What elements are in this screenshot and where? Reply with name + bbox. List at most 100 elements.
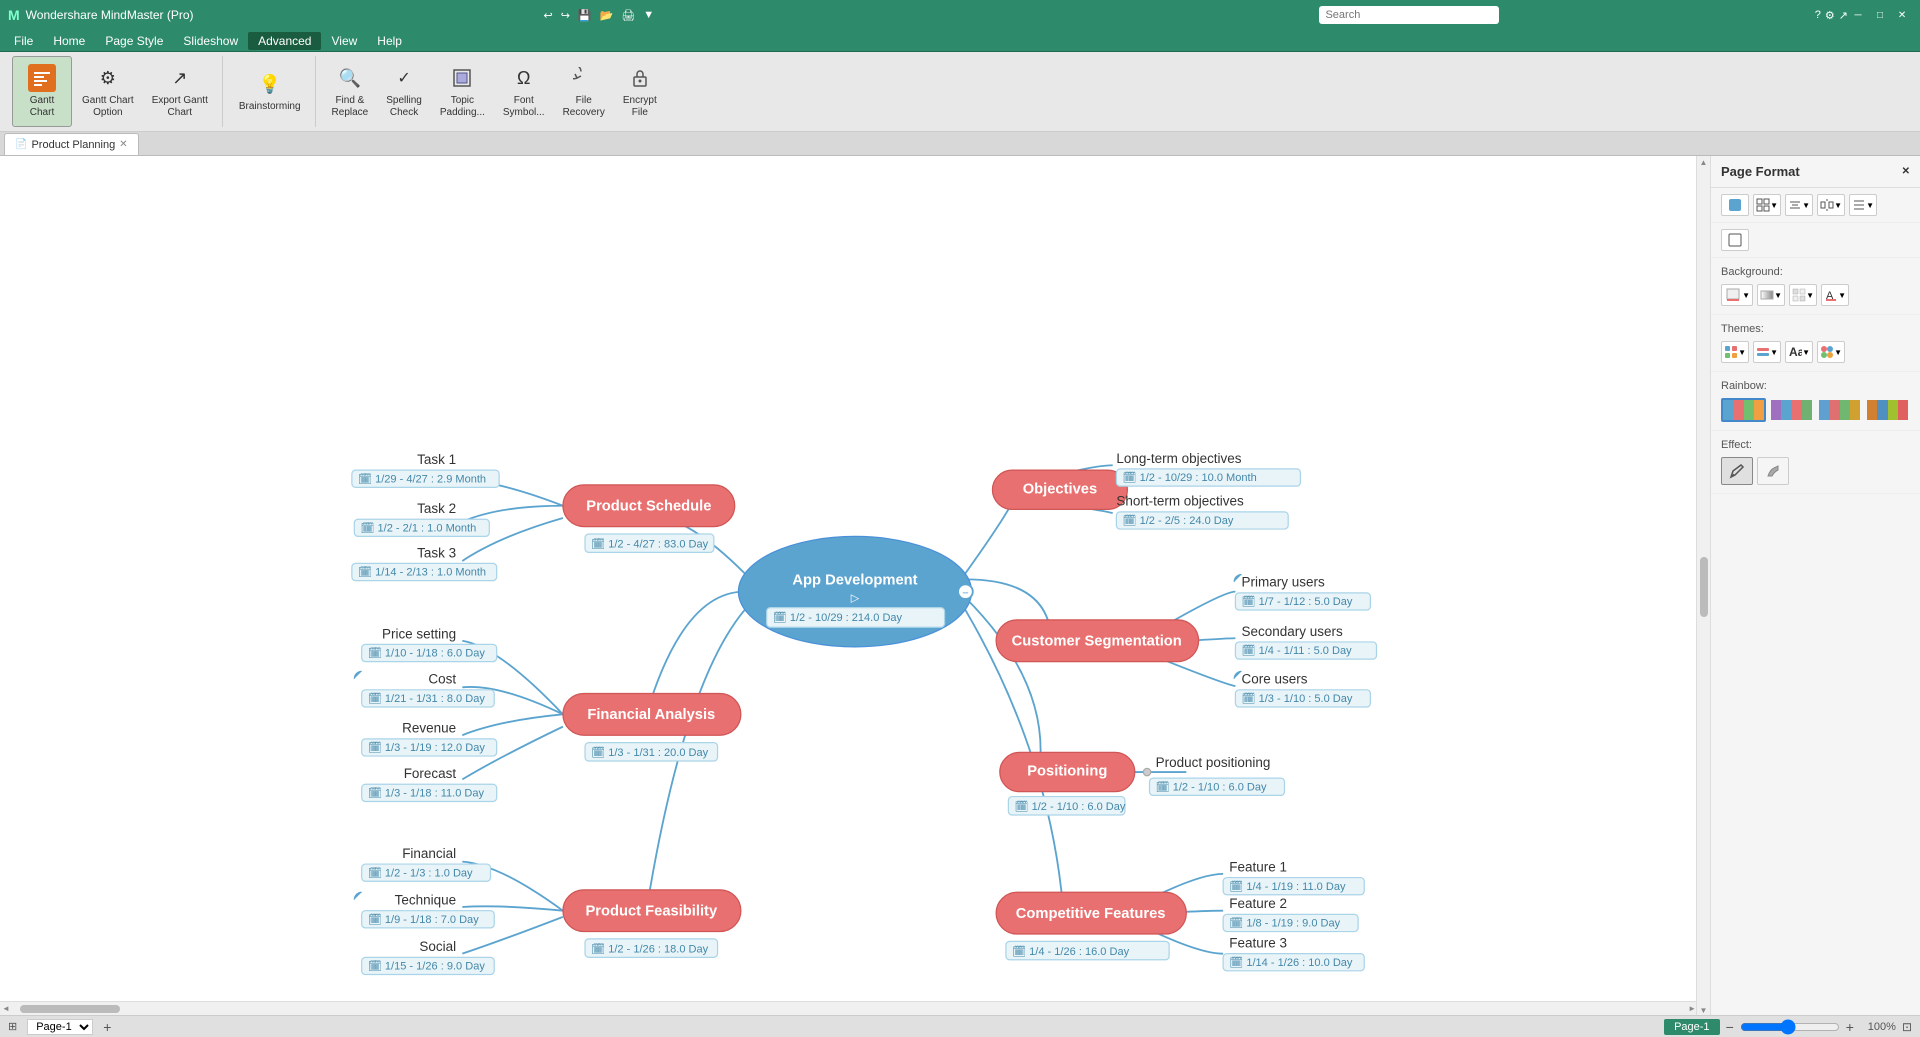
current-page-tab[interactable]: Page-1 <box>1664 1019 1719 1035</box>
svg-text:App Development: App Development <box>792 572 917 588</box>
open-btn[interactable]: 📂 <box>600 9 614 22</box>
theme-font-btn[interactable]: Aa ▼ <box>1785 341 1813 363</box>
rainbow-option-3[interactable] <box>1817 398 1862 422</box>
svg-text:Long-term objectives: Long-term objectives <box>1116 451 1241 466</box>
theme-grid-btn[interactable]: ▼ <box>1721 341 1749 363</box>
zoom-in-btn[interactable]: + <box>1846 1019 1854 1035</box>
svg-text:Aa: Aa <box>1789 345 1802 359</box>
encrypt-file-button[interactable]: EncryptFile <box>615 56 665 127</box>
redo-btn[interactable]: ↪ <box>561 9 570 22</box>
undo-btn[interactable]: ↩ <box>543 9 552 22</box>
horizontal-scrollbar[interactable]: ◄ ► <box>0 1001 1696 1015</box>
rainbow-option-1[interactable] <box>1721 398 1766 422</box>
help-icon[interactable]: ? <box>1815 9 1821 21</box>
svg-text:🗓 1/10 - 1/18 : 6.0 Day: 🗓 1/10 - 1/18 : 6.0 Day <box>368 647 486 660</box>
texture-btn[interactable]: ▼ <box>1789 284 1817 306</box>
themes-controls: ▼ ▼ Aa ▼ ▼ <box>1721 341 1910 363</box>
export-gantt-button[interactable]: ↗ Export GanttChart <box>144 56 216 127</box>
svg-text:Short-term objectives: Short-term objectives <box>1116 494 1244 509</box>
svg-text:🗓 1/2 - 10/29 : 10.0 Month: 🗓 1/2 - 10/29 : 10.0 Month <box>1123 471 1257 484</box>
shape-btn[interactable] <box>1721 229 1749 251</box>
panel-collapse-btn[interactable]: ✕ <box>1902 166 1910 177</box>
maximize-btn[interactable]: □ <box>1870 7 1890 23</box>
font-symbol-button[interactable]: Ω FontSymbol... <box>495 56 553 127</box>
rainbow-option-2[interactable] <box>1769 398 1814 422</box>
tab-product-planning[interactable]: 📄 Product Planning ✕ <box>4 133 139 155</box>
svg-text:Social: Social <box>419 939 456 954</box>
topic-padding-label: TopicPadding... <box>440 95 485 119</box>
menu-slideshow[interactable]: Slideshow <box>173 32 248 50</box>
grid-arrow: ▼ <box>1770 201 1778 210</box>
pencil-effect-btn[interactable] <box>1721 457 1753 485</box>
canvas[interactable]: App Development ▷ 🗓 1/2 - 10/29 : 214.0 … <box>0 156 1710 1015</box>
gradient-btn[interactable]: ▼ <box>1757 284 1785 306</box>
print-btn[interactable]: 🖨 <box>621 9 635 22</box>
gantt-chart-icon <box>28 64 56 92</box>
settings-icon[interactable]: ⚙ <box>1825 9 1835 22</box>
align-arrow: ▼ <box>1802 201 1810 210</box>
layout-distribute-btn[interactable]: ▼ <box>1817 194 1845 216</box>
close-btn[interactable]: ✕ <box>1892 7 1912 23</box>
tab-close[interactable]: ✕ <box>119 139 127 150</box>
effect-label: Effect: <box>1721 439 1910 451</box>
vertical-scrollbar[interactable]: ▲ ▼ <box>1696 156 1710 1015</box>
svg-text:🗓 1/3 - 1/10 : 5.0 Day: 🗓 1/3 - 1/10 : 5.0 Day <box>1242 692 1353 705</box>
svg-text:Financial Analysis: Financial Analysis <box>587 707 715 723</box>
add-page-btn[interactable]: + <box>103 1019 111 1035</box>
file-recovery-button[interactable]: FileRecovery <box>555 56 613 127</box>
spelling-check-button[interactable]: ✓ SpellingCheck <box>378 56 430 127</box>
quick-access[interactable]: ▼ <box>643 9 654 21</box>
svg-text:🗓 1/2 - 1/10 : 6.0 Day: 🗓 1/2 - 1/10 : 6.0 Day <box>1156 780 1267 793</box>
layout-paint-btn[interactable] <box>1721 194 1749 216</box>
gantt-chart-option-button[interactable]: ⚙ Gantt ChartOption <box>74 56 142 127</box>
layout-list-btn[interactable]: ▼ <box>1849 194 1877 216</box>
save-btn[interactable]: 💾 <box>578 9 592 22</box>
v-scroll-thumb[interactable] <box>1700 557 1708 617</box>
background-controls: ▼ ▼ ▼ A ▼ <box>1721 284 1910 306</box>
page-selector[interactable]: Page-1 <box>27 1019 93 1035</box>
rainbow-section: Rainbow: <box>1711 372 1920 431</box>
fill-color-btn[interactable]: ▼ <box>1721 284 1753 306</box>
marker-effect-btn[interactable] <box>1757 457 1789 485</box>
h-scroll-thumb[interactable] <box>20 1005 120 1013</box>
topic-padding-button[interactable]: TopicPadding... <box>432 56 493 127</box>
menu-page-style[interactable]: Page Style <box>95 32 173 50</box>
svg-text:Price setting: Price setting <box>382 626 456 641</box>
encrypt-file-label: EncryptFile <box>623 95 657 119</box>
search-input[interactable] <box>1319 6 1499 24</box>
menu-view[interactable]: View <box>321 32 367 50</box>
share-icon[interactable]: ↗ <box>1839 9 1848 22</box>
scroll-down-btn[interactable]: ▼ <box>1700 1006 1708 1015</box>
brainstorming-button[interactable]: 💡 Brainstorming <box>231 56 309 127</box>
menu-file[interactable]: File <box>4 32 43 50</box>
menu-help[interactable]: Help <box>367 32 412 50</box>
gantt-chart-button[interactable]: GanttChart <box>12 56 72 127</box>
svg-text:🗓 1/4 - 1/19 : 11.0 Day: 🗓 1/4 - 1/19 : 11.0 Day <box>1229 880 1346 893</box>
zoom-out-btn[interactable]: − <box>1726 1019 1734 1035</box>
layout-grid-btn[interactable]: ▼ <box>1753 194 1781 216</box>
svg-text:🗓 1/2 - 1/10 : 6.0 Day: 🗓 1/2 - 1/10 : 6.0 Day <box>1015 800 1126 813</box>
theme-layout-btn[interactable]: ▼ <box>1753 341 1781 363</box>
svg-text:🗓 1/8 - 1/19 : 9.0 Day: 🗓 1/8 - 1/19 : 9.0 Day <box>1229 917 1340 930</box>
zoom-slider[interactable] <box>1740 1020 1840 1034</box>
scroll-right-btn[interactable]: ► <box>1688 1004 1696 1013</box>
menu-home[interactable]: Home <box>43 32 95 50</box>
svg-text:🗓 1/15 - 1/26 : 9.0 Day: 🗓 1/15 - 1/26 : 9.0 Day <box>368 960 486 973</box>
find-replace-button[interactable]: 🔍 Find &Replace <box>324 56 377 127</box>
font-symbol-label: FontSymbol... <box>503 95 545 119</box>
svg-text:🗓 1/4 - 1/26 : 16.0 Day: 🗓 1/4 - 1/26 : 16.0 Day <box>1012 945 1130 958</box>
layout-align-btn[interactable]: ▼ <box>1785 194 1813 216</box>
scroll-up-btn[interactable]: ▲ <box>1700 158 1708 167</box>
fit-btn[interactable]: ⊡ <box>1902 1020 1912 1034</box>
minimize-btn[interactable]: ─ <box>1848 7 1868 23</box>
svg-text:Customer Segmentation: Customer Segmentation <box>1012 634 1182 650</box>
themes-section: Themes: ▼ ▼ Aa ▼ ▼ <box>1711 315 1920 372</box>
rainbow-option-4[interactable] <box>1865 398 1910 422</box>
menu-advanced[interactable]: Advanced <box>248 32 321 50</box>
scroll-left-btn[interactable]: ◄ <box>2 1004 10 1013</box>
theme-color-btn[interactable]: ▼ <box>1817 341 1845 363</box>
text-color-btn[interactable]: A ▼ <box>1821 284 1849 306</box>
encrypt-file-icon <box>626 64 654 92</box>
svg-text:🗓 1/3 - 1/18 : 11.0 Day: 🗓 1/3 - 1/18 : 11.0 Day <box>368 787 485 800</box>
svg-text:🗓 1/2 - 1/3 : 1.0 Day: 🗓 1/2 - 1/3 : 1.0 Day <box>368 866 473 879</box>
